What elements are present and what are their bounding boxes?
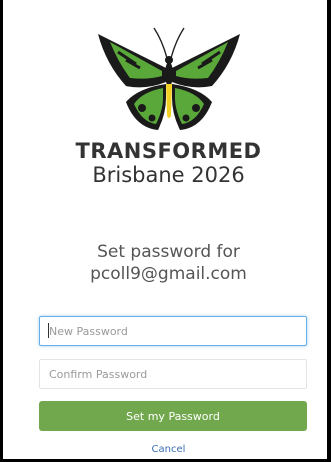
new-password-input[interactable] [39, 316, 307, 346]
butterfly-logo [98, 27, 240, 130]
set-password-button[interactable]: Set my Password [39, 401, 307, 431]
brand-subtitle: Brisbane 2026 [92, 163, 245, 187]
account-email: pcoll9@gmail.com [90, 264, 247, 284]
brand-title: TRANSFORMED [75, 139, 262, 163]
text-cursor [48, 323, 49, 338]
login-panel: TRANSFORMED Brisbane 2026 Set password f… [0, 0, 331, 462]
page-heading: Set password for [97, 242, 240, 262]
cancel-link[interactable]: Cancel [3, 444, 331, 455]
confirm-password-input[interactable] [39, 359, 307, 389]
